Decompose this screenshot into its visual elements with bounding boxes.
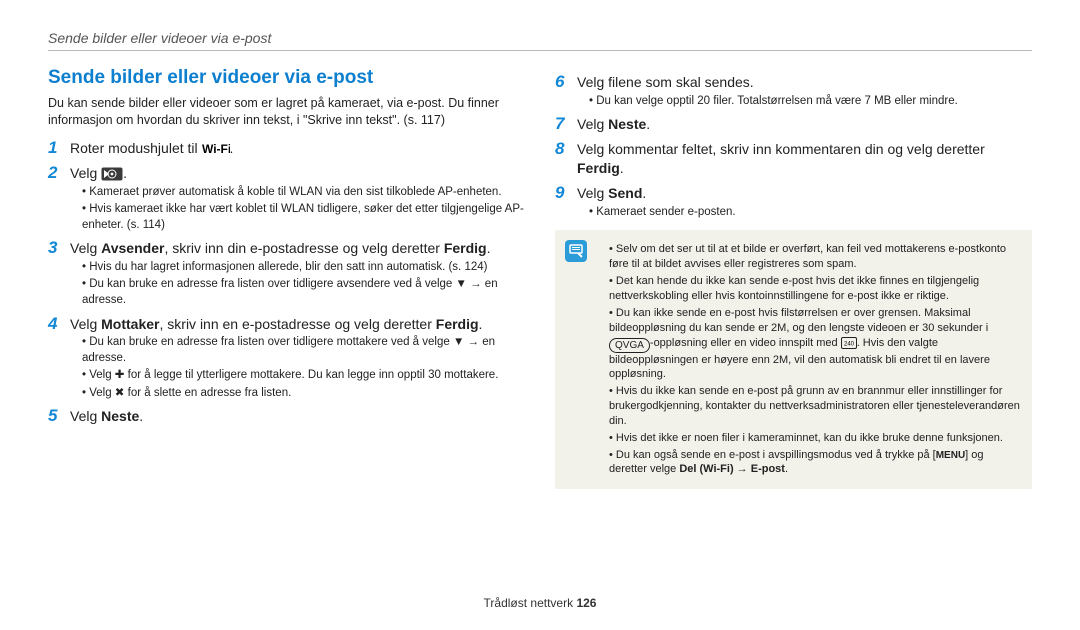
step-number: 7 bbox=[555, 115, 569, 132]
step-9-b: Send bbox=[608, 185, 642, 201]
step-number: 8 bbox=[555, 140, 569, 157]
step-3-b: Avsender bbox=[101, 240, 164, 256]
step-9-c: . bbox=[642, 185, 646, 201]
step-number: 4 bbox=[48, 315, 62, 332]
right-column: 6 Velg filene som skal sendes. Du kan ve… bbox=[555, 67, 1032, 489]
step-7-c: . bbox=[646, 116, 650, 132]
note-c-2: -oppløsning eller en video innspilt med bbox=[650, 337, 841, 349]
step-3-sublist: Hvis du har lagret informasjonen allered… bbox=[48, 260, 525, 309]
step-2: 2 Velg . bbox=[48, 164, 525, 183]
step-4-d: Ferdig bbox=[436, 316, 479, 332]
step-4-a: Velg bbox=[70, 316, 101, 332]
note-a: Selv om det ser ut til at et bilde er ov… bbox=[609, 242, 1020, 272]
step-4-sub-a: Du kan bruke en adresse fra listen over … bbox=[82, 335, 525, 366]
note-box: Selv om det ser ut til at et bilde er ov… bbox=[555, 230, 1032, 489]
step-1-text-pre: Roter modushjulet til bbox=[70, 140, 202, 156]
step-3-a: Velg bbox=[70, 240, 101, 256]
step-2-sub-b: Hvis kameraet ikke har vært koblet til W… bbox=[82, 202, 525, 233]
note-f-5: E-post bbox=[751, 463, 785, 475]
note-b: Det kan hende du ikke kan sende e-post h… bbox=[609, 274, 1020, 304]
svg-text:240: 240 bbox=[844, 341, 855, 347]
step-3-e: . bbox=[487, 240, 491, 256]
step-5-c: . bbox=[139, 408, 143, 424]
left-column: Sende bilder eller videoer via e-post Du… bbox=[48, 67, 525, 489]
step-number: 1 bbox=[48, 139, 62, 156]
step-number: 3 bbox=[48, 239, 62, 256]
info-icon bbox=[565, 240, 587, 262]
svg-text:Wi-Fi: Wi-Fi bbox=[202, 142, 230, 156]
running-header: Sende bilder eller videoer via e-post bbox=[48, 30, 1032, 51]
step-6-sublist: Du kan velge opptil 20 filer. Totalstørr… bbox=[555, 94, 1032, 110]
step-6: 6 Velg filene som skal sendes. bbox=[555, 73, 1032, 92]
step-8: 8 Velg kommentar feltet, skriv inn komme… bbox=[555, 140, 1032, 178]
note-d: Hvis du ikke kan sende en e-post på grun… bbox=[609, 384, 1020, 429]
step-4: 4 Velg Mottaker, skriv inn en e-postadre… bbox=[48, 315, 525, 334]
page-number: 126 bbox=[576, 596, 596, 610]
note-list: Selv om det ser ut til at et bilde er ov… bbox=[597, 240, 1020, 479]
step-9: 9 Velg Send. bbox=[555, 184, 1032, 203]
step-6-text: Velg filene som skal sendes. bbox=[577, 73, 754, 92]
note-f-1: Du kan også sende en e-post i avspilling… bbox=[616, 449, 933, 461]
step-4-b: Mottaker bbox=[101, 316, 159, 332]
step-2-sublist: Kameraet prøver automatisk å koble til W… bbox=[48, 185, 525, 234]
step-5-b: Neste bbox=[101, 408, 139, 424]
step-2-text-post: . bbox=[123, 165, 127, 181]
step-number: 5 bbox=[48, 407, 62, 424]
step-3-sub-a: Hvis du har lagret informasjonen allered… bbox=[82, 260, 525, 276]
step-number: 2 bbox=[48, 164, 62, 181]
video-res-icon: 240 bbox=[841, 337, 857, 351]
step-4-sublist: Du kan bruke en adresse fra listen over … bbox=[48, 335, 525, 401]
wifi-icon: Wi-Fi bbox=[202, 142, 230, 156]
step-9-a: Velg bbox=[577, 185, 608, 201]
note-e: Hvis det ikke er noen filer i kameraminn… bbox=[609, 431, 1020, 446]
step-8-b: Ferdig bbox=[577, 160, 620, 176]
note-f-3: Del (Wi-Fi) bbox=[679, 463, 733, 475]
step-3-d: Ferdig bbox=[444, 240, 487, 256]
note-c: Du kan ikke sende en e-post hvis filstør… bbox=[609, 306, 1020, 382]
step-9-sub-a: Kameraet sender e-posten. bbox=[589, 205, 1032, 221]
step-number: 6 bbox=[555, 73, 569, 90]
qvga-icon: QVGA bbox=[609, 338, 650, 353]
step-2-sub-a: Kameraet prøver automatisk å koble til W… bbox=[82, 185, 525, 201]
step-8-c: . bbox=[620, 160, 624, 176]
step-4-c: , skriv inn en e-postadresse og velg der… bbox=[160, 316, 436, 332]
footer-section: Trådløst nettverk bbox=[484, 596, 577, 610]
step-1-text-post: . bbox=[230, 140, 234, 156]
step-8-a: Velg kommentar feltet, skriv inn komment… bbox=[577, 141, 985, 157]
step-5-a: Velg bbox=[70, 408, 101, 424]
step-5: 5 Velg Neste. bbox=[48, 407, 525, 426]
step-2-text-pre: Velg bbox=[70, 165, 101, 181]
intro-text: Du kan sende bilder eller videoer som er… bbox=[48, 95, 525, 129]
step-3-sub-b: Du kan bruke en adresse fra listen over … bbox=[82, 277, 525, 308]
note-f: Du kan også sende en e-post i avspilling… bbox=[609, 448, 1020, 478]
note-c-1: Du kan ikke sende en e-post hvis filstør… bbox=[609, 307, 988, 334]
step-7-a: Velg bbox=[577, 116, 608, 132]
step-7: 7 Velg Neste. bbox=[555, 115, 1032, 134]
step-3-c: , skriv inn din e-postadresse og velg de… bbox=[164, 240, 443, 256]
menu-icon: MENU bbox=[936, 450, 965, 461]
step-7-b: Neste bbox=[608, 116, 646, 132]
step-4-e: . bbox=[479, 316, 483, 332]
section-title: Sende bilder eller videoer via e-post bbox=[48, 67, 525, 89]
step-4-sub-c: Velg ✖ for å slette en adresse fra liste… bbox=[82, 386, 525, 402]
step-6-sub-a: Du kan velge opptil 20 filer. Totalstørr… bbox=[589, 94, 1032, 110]
email-share-icon bbox=[101, 167, 123, 181]
note-f-6: . bbox=[785, 463, 788, 475]
step-1: 1 Roter modushjulet til Wi-Fi . bbox=[48, 139, 525, 158]
step-number: 9 bbox=[555, 184, 569, 201]
note-f-4: → bbox=[734, 463, 751, 475]
step-3: 3 Velg Avsender, skriv inn din e-postadr… bbox=[48, 239, 525, 258]
step-4-sub-b: Velg ✚ for å legge til ytterligere motta… bbox=[82, 368, 525, 384]
page-footer: Trådløst nettverk 126 bbox=[0, 596, 1080, 610]
step-9-sublist: Kameraet sender e-posten. bbox=[555, 205, 1032, 221]
